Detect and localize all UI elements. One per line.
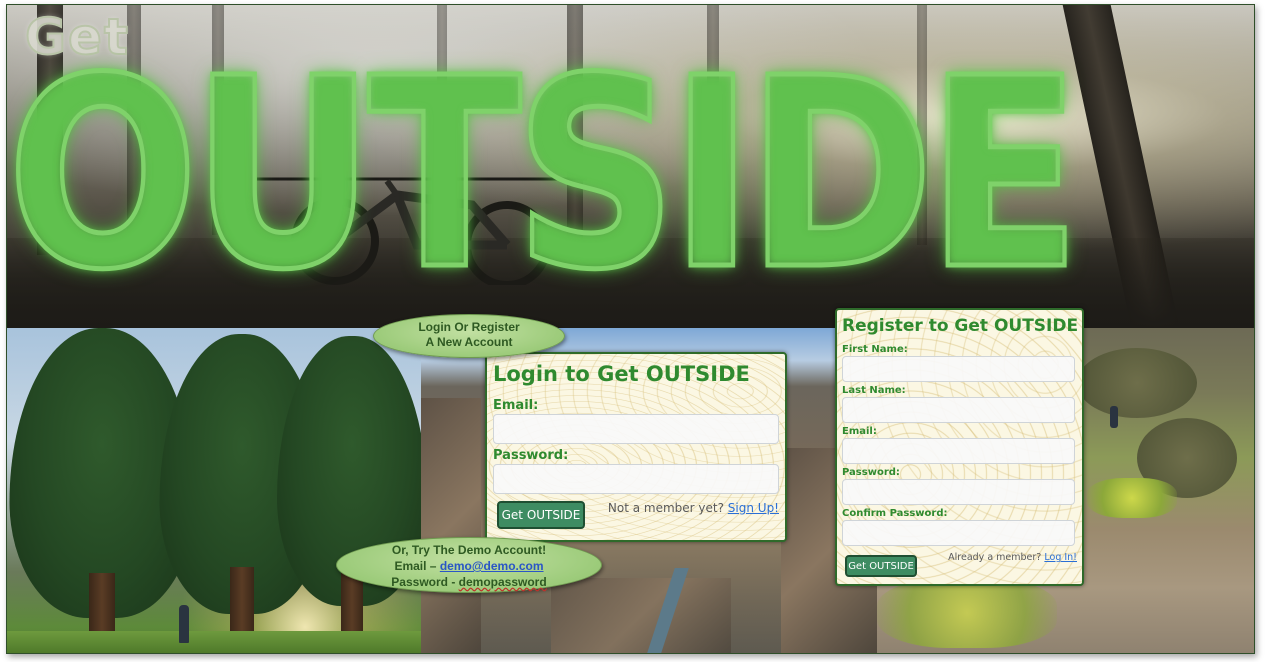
demo-email-prefix: Email – [394, 559, 440, 573]
confirm-password-input[interactable] [842, 520, 1075, 546]
register-password-input[interactable] [842, 479, 1075, 505]
login-prompt-text: Already a member? [948, 552, 1042, 563]
last-name-label: Last Name: [842, 385, 906, 396]
shrub [1077, 348, 1197, 418]
rider-figure [1110, 406, 1118, 428]
login-email-label: Email: [493, 398, 539, 413]
tree-image [277, 328, 421, 653]
login-email-input[interactable] [493, 414, 779, 444]
demo-password-value: demopassword [458, 575, 547, 589]
register-password-label: Password: [842, 467, 900, 478]
register-submit-button[interactable]: Get OUTSIDE [845, 555, 917, 577]
login-prompt: Already a member? Log In! [948, 552, 1077, 563]
login-submit-button[interactable]: Get OUTSIDE [497, 501, 585, 529]
demo-account-callout: Or, Try The Demo Account! Email – demo@d… [336, 537, 602, 593]
signup-prompt: Not a member yet? Sign Up! [608, 501, 779, 515]
login-link[interactable]: Log In! [1044, 552, 1077, 563]
confirm-password-label: Confirm Password: [842, 508, 948, 519]
grass [7, 631, 421, 653]
signup-link[interactable]: Sign Up! [728, 501, 779, 515]
hero-banner: Get OUTSIDE [7, 5, 1254, 328]
login-password-label: Password: [493, 448, 569, 463]
register-card: Register to Get OUTSIDE First Name: Last… [835, 308, 1084, 586]
rock-wall [421, 398, 481, 653]
callout-line: A New Account [425, 335, 513, 349]
callout-line: Login Or Register [418, 320, 520, 334]
demo-email-line: Email – demo@demo.com [337, 558, 601, 574]
demo-callout-heading: Or, Try The Demo Account! [391, 543, 547, 557]
demo-email-link[interactable]: demo@demo.com [440, 559, 544, 573]
golfer-figure [179, 605, 189, 643]
first-name-label: First Name: [842, 344, 908, 355]
login-password-input[interactable] [493, 464, 779, 494]
register-title: Register to Get OUTSIDE [842, 316, 1079, 336]
page-frame: Get OUTSIDE Login to Get OUTSIDE Email: … [6, 4, 1255, 654]
demo-password-prefix: Password - [391, 575, 459, 589]
register-email-label: Email: [842, 426, 877, 437]
grass [877, 578, 1057, 648]
register-email-input[interactable] [842, 438, 1075, 464]
flowers [1087, 478, 1177, 518]
sequoia-photo [7, 328, 421, 653]
hero-outside-text: OUTSIDE [7, 22, 1083, 327]
login-register-callout: Login Or Register A New Account [373, 314, 565, 358]
demo-password-line: Password - demopassword [337, 574, 601, 590]
first-name-input[interactable] [842, 356, 1075, 382]
last-name-input[interactable] [842, 397, 1075, 423]
login-card: Login to Get OUTSIDE Email: Password: Ge… [485, 352, 787, 542]
login-title: Login to Get OUTSIDE [493, 362, 750, 386]
signup-prompt-text: Not a member yet? [607, 501, 724, 515]
